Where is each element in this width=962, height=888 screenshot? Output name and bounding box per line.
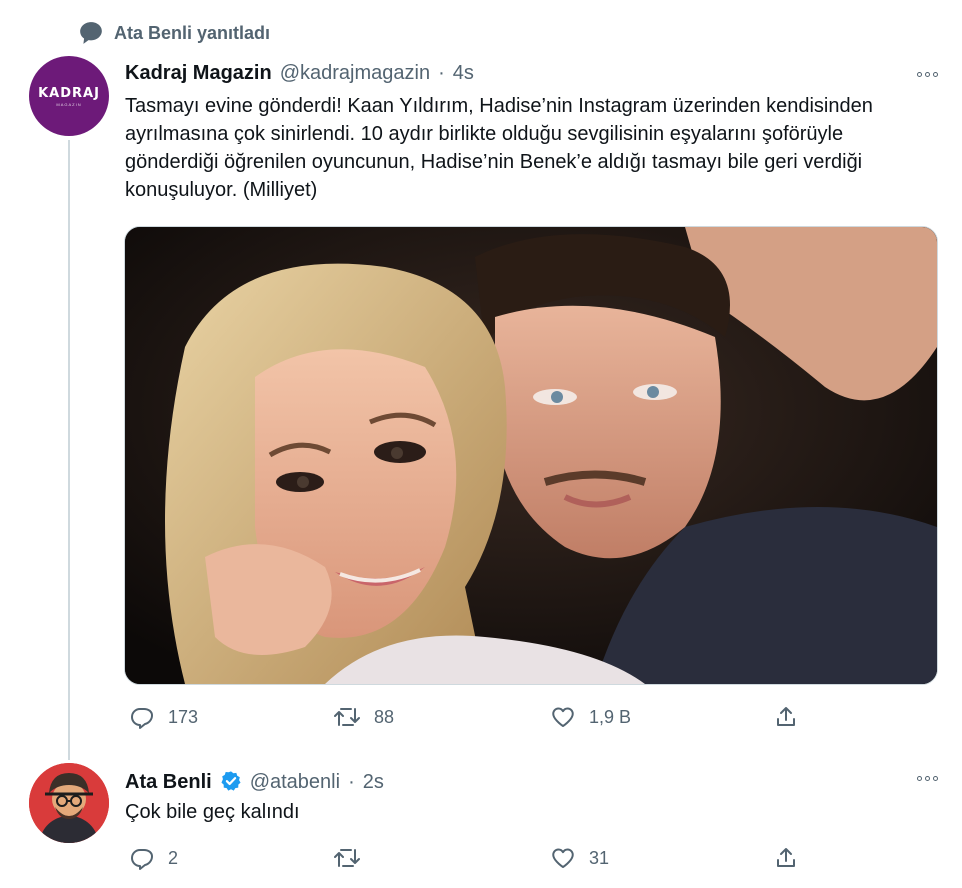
avatar[interactable]: KADRAJ MAGAZIN [29,56,109,136]
author-handle[interactable]: @kadrajmagazin [280,62,430,85]
reply-button[interactable]: 173 [130,705,198,729]
author-handle[interactable]: @atabenli [250,771,340,794]
heart-icon [551,846,575,870]
retweet-button[interactable]: 88 [334,705,394,729]
tweet-header: Kadraj Magazin @kadrajmagazin · 4s [125,62,474,85]
verified-badge-icon [220,770,242,798]
reply-count: 173 [168,706,199,727]
tweet-photo[interactable] [124,226,938,685]
photo-illustration [125,227,937,684]
thread-line [68,140,70,760]
tweet-text: Çok bile geç kalındı [125,801,300,823]
reply-context-label: Ata Benli yanıtladı [114,22,271,43]
retweet-icon [334,705,360,729]
author-name[interactable]: Kadraj Magazin [125,62,272,85]
timestamp[interactable]: 4s [453,62,474,85]
more-icon[interactable] [917,72,938,77]
retweet-count: 88 [374,706,395,727]
more-icon[interactable] [917,776,938,781]
reply-icon [130,705,154,729]
like-count: 1,9 B [589,706,632,727]
share-button[interactable] [774,705,798,729]
author-name[interactable]: Ata Benli [125,771,212,794]
speech-bubble-icon [78,20,104,46]
like-button[interactable]: 1,9 B [551,705,631,729]
timestamp[interactable]: 2s [363,771,384,794]
share-icon [774,705,798,729]
tweet-actions: 173 88 1,9 B [124,704,814,730]
avatar-logo-text: KADRAJ [38,85,100,101]
tweet-text: Tasmayı evine gönderdi! Kaan Yıldırım, H… [125,95,873,201]
heart-icon [551,705,575,729]
share-button[interactable] [774,846,798,870]
tweet-actions: 2 31 [124,845,814,871]
reply-context[interactable]: Ata Benli yanıtladı [78,20,270,46]
reply-button[interactable]: 2 [130,846,178,870]
like-button[interactable]: 31 [551,846,609,870]
retweet-icon [334,846,360,870]
like-count: 31 [589,847,610,868]
separator-dot: · [348,771,355,793]
tweet-thread: Ata Benli yanıtladı KADRAJ MAGAZIN Kadra… [0,0,962,888]
reply-icon [130,846,154,870]
share-icon [774,846,798,870]
avatar[interactable] [29,763,109,843]
separator-dot: · [438,62,445,84]
retweet-button[interactable] [334,846,374,870]
avatar-logo-subtext: MAGAZIN [56,101,82,107]
avatar-illustration [29,763,109,843]
reply-count: 2 [168,847,179,868]
tweet-header: Ata Benli @atabenli · 2s [125,766,384,794]
